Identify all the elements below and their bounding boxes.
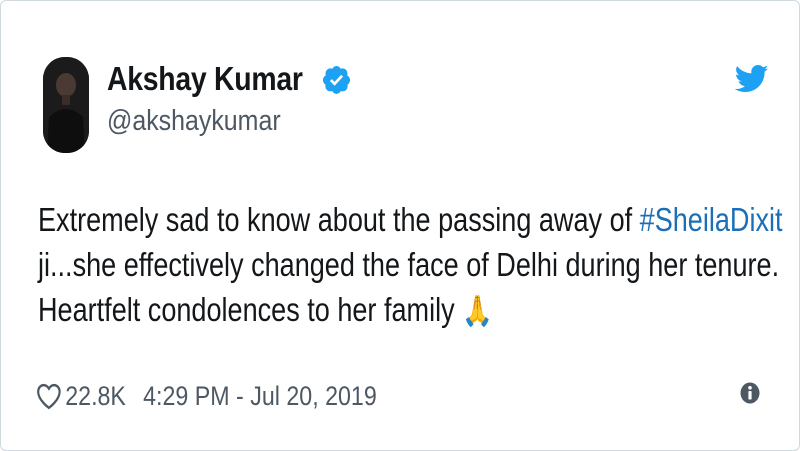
avatar[interactable] (43, 57, 89, 153)
tweet-footer: 22.8K 4:29 PM - Jul 20, 2019 (36, 378, 432, 414)
avatar-photo (43, 57, 89, 153)
info-icon[interactable] (739, 381, 761, 405)
user-block: Akshay Kumar @akshaykumar (107, 59, 352, 138)
heart-icon[interactable] (36, 382, 62, 410)
twitter-bird-icon[interactable] (735, 64, 769, 94)
timestamp-link[interactable]: 4:29 PM - Jul 20, 2019 (143, 381, 377, 412)
tweet-text-segment: Heartfelt condolences to her family (38, 291, 463, 328)
hashtag-link[interactable]: #SheilaDixit (640, 201, 783, 238)
tweet-card[interactable]: Akshay Kumar @akshaykumar Extremely sad … (0, 0, 800, 451)
like-count[interactable]: 22.8K (65, 381, 126, 412)
tweet-text: Extremely sad to know about the passing … (38, 197, 783, 334)
username[interactable]: @akshaykumar (107, 105, 317, 138)
tweet-line-3: Heartfelt condolences to her family 🙏 (38, 287, 661, 334)
display-name-row: Akshay Kumar (107, 59, 352, 99)
tweet-line-1: Extremely sad to know about the passing … (38, 197, 783, 242)
display-name[interactable]: Akshay Kumar (107, 60, 303, 98)
tweet-text-segment: Extremely sad to know about the passing … (38, 201, 640, 238)
tweet-line-2: ji...she effectively changed the face of… (38, 246, 780, 283)
verified-badge-icon (322, 65, 350, 94)
folded-hands-emoji: 🙏 (462, 294, 493, 329)
